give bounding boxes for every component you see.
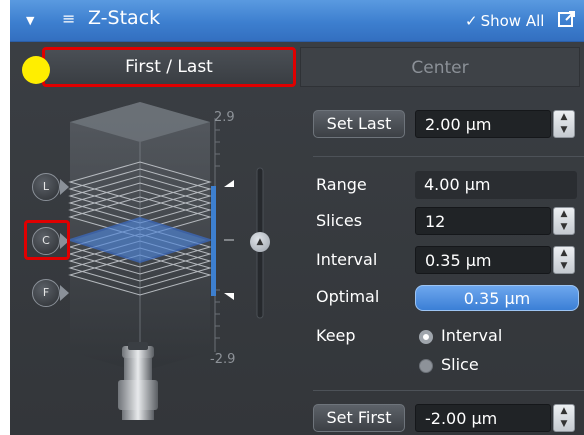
set-first-button[interactable]: Set First (313, 404, 405, 432)
keep-label: Keep (316, 326, 356, 345)
checkmark-icon: ✓ (465, 12, 478, 30)
interval-spinner-icon[interactable]: ▲ ▼ (553, 246, 575, 274)
keep-slice-label[interactable]: Slice (441, 355, 479, 374)
interval-field[interactable]: 0.35 µm (415, 246, 551, 274)
last-limit-marker[interactable] (224, 180, 234, 187)
center-marker-highlight (24, 220, 70, 260)
optimal-button[interactable]: 0.35 µm (415, 285, 579, 311)
range-indicator (211, 186, 216, 296)
collapse-chevron-icon[interactable]: ▼ (26, 14, 34, 27)
z-stack-panel: ▼ ≡ Z-Stack ✓ Show All First / Last Cente… (10, 0, 584, 435)
show-all-toggle[interactable]: ✓ Show All (465, 12, 544, 30)
range-label: Range (316, 175, 367, 194)
first-marker-arrow-icon (60, 285, 69, 301)
keep-slice-radio[interactable] (419, 359, 433, 373)
keep-interval-radio[interactable] (419, 330, 433, 344)
scale-bottom-label: -2.9 (210, 352, 236, 367)
slices-spinner-icon[interactable]: ▲ ▼ (553, 207, 575, 235)
z-stack-visualizer: 2.9 -2.9 (10, 90, 310, 435)
set-last-button[interactable]: Set Last (313, 110, 405, 138)
popout-icon[interactable] (558, 10, 576, 28)
scale-top-label: 2.9 (214, 110, 235, 125)
title-bar: ▼ ≡ Z-Stack ✓ Show All (10, 0, 584, 42)
last-marker-button[interactable]: L (32, 173, 60, 201)
objective-icon (118, 342, 158, 420)
last-marker-arrow-icon (60, 179, 69, 195)
drag-grip-icon[interactable]: ≡ (62, 9, 75, 28)
set-last-spinner-icon[interactable]: ▲ ▼ (553, 110, 575, 138)
cursor-indicator (22, 56, 50, 84)
slices-field[interactable]: 12 (415, 207, 551, 235)
range-value: 4.00 µm (415, 171, 577, 199)
first-limit-marker[interactable] (224, 293, 234, 300)
set-last-value-field[interactable]: 2.00 µm (415, 110, 551, 138)
panel-title: Z-Stack (88, 7, 161, 29)
z-stack-diagram (66, 102, 264, 420)
focus-stepper-icon[interactable]: ▲ (250, 232, 270, 252)
show-all-label: Show All (480, 12, 545, 30)
set-first-value-field[interactable]: -2.00 µm (415, 404, 551, 432)
mode-tabs: First / Last Center (10, 47, 584, 87)
first-marker-button[interactable]: F (32, 279, 60, 307)
divider (313, 390, 584, 391)
slices-label: Slices (316, 211, 363, 230)
keep-interval-label[interactable]: Interval (441, 326, 502, 345)
set-first-spinner-icon[interactable]: ▲ ▼ (553, 404, 575, 432)
divider (313, 156, 584, 157)
tab-center[interactable]: Center (300, 47, 580, 87)
optimal-label: Optimal (316, 287, 380, 306)
interval-label: Interval (316, 250, 378, 269)
tab-first-last[interactable]: First / Last (42, 47, 296, 87)
